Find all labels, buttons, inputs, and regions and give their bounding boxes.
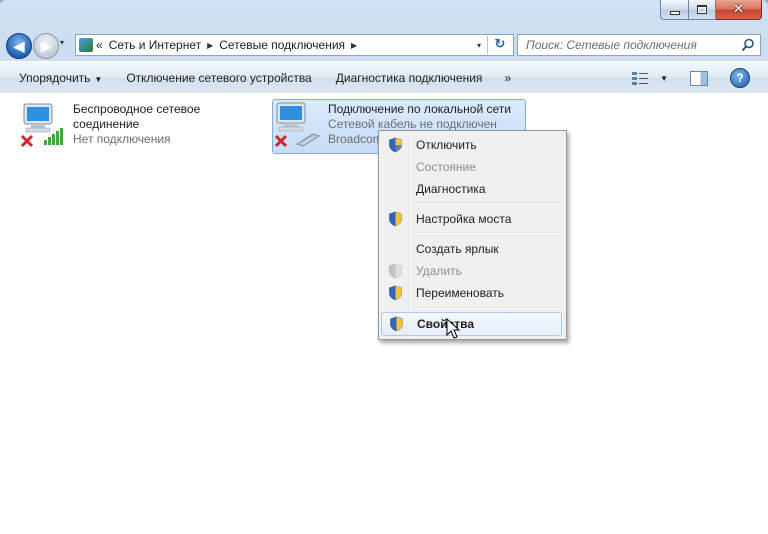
minimize-icon <box>669 11 680 15</box>
menu-item-label: Отключить <box>416 138 477 152</box>
more-commands-button[interactable]: » <box>494 71 521 85</box>
maximize-button[interactable] <box>689 0 716 20</box>
chevron-down-icon: ▼ <box>94 74 103 84</box>
command-bar: Упорядочить ▼ Отключение сетевого устройс… <box>0 61 768 94</box>
menu-item-delete[interactable]: Удалить <box>381 260 562 282</box>
menu-item-status[interactable]: Состояние <box>381 156 562 178</box>
wireless-network-icon <box>18 100 70 150</box>
menu-item-label: Переименовать <box>416 286 504 300</box>
preview-pane-icon[interactable] <box>690 70 708 86</box>
breadcrumb-separator-icon[interactable]: ▶ <box>207 41 213 50</box>
explorer-window: ✕ ◀ ▶ ▾ « Сеть и Интернет ▶ Сетевые подк… <box>0 0 768 534</box>
menu-item-rename[interactable]: Переименовать <box>381 282 562 304</box>
menu-separator <box>412 202 562 204</box>
refresh-button[interactable]: ↻ <box>487 34 512 54</box>
organize-menu[interactable]: Упорядочить ▼ <box>0 71 114 85</box>
diagnose-connection-button[interactable]: Диагностика подключения <box>324 71 495 85</box>
close-icon: ✕ <box>733 2 744 17</box>
search-box[interactable]: Поиск: Сетевые подключения <box>517 34 761 56</box>
recent-pages-dropdown[interactable]: ▾ <box>60 38 64 47</box>
lan-network-icon <box>273 100 325 150</box>
uac-shield-icon <box>389 316 404 335</box>
connection-name: Беспроводное сетевое <box>73 102 201 116</box>
breadcrumb-network-internet[interactable]: Сеть и Интернет <box>109 38 201 52</box>
menu-separator <box>412 307 562 309</box>
mouse-cursor-icon <box>446 317 462 343</box>
connection-item-wireless[interactable]: Беспроводное сетевое соединение Нет подк… <box>18 100 218 150</box>
menu-item-create-shortcut[interactable]: Создать ярлык <box>381 238 562 260</box>
back-arrow-icon: ◀ <box>13 37 25 54</box>
uac-shield-icon <box>388 211 403 230</box>
breadcrumb-network-connections[interactable]: Сетевые подключения <box>219 38 345 52</box>
close-button[interactable]: ✕ <box>716 0 762 20</box>
connection-name-line2: соединение <box>73 117 140 131</box>
help-icon[interactable]: ? <box>730 68 750 88</box>
refresh-icon: ↻ <box>494 36 506 51</box>
forward-arrow-icon: ▶ <box>40 37 52 54</box>
menu-item-disable[interactable]: Отключить <box>381 134 562 156</box>
menu-item-label: Создать ярлык <box>416 242 499 256</box>
breadcrumb-overflow[interactable]: « <box>96 38 103 52</box>
breadcrumb-separator-icon[interactable]: ▶ <box>351 41 357 50</box>
change-view-icon[interactable] <box>632 71 650 85</box>
uac-shield-icon <box>388 285 403 304</box>
network-folder-icon <box>79 38 93 52</box>
menu-item-properties[interactable]: Свойства <box>381 312 562 336</box>
uac-shield-icon <box>388 137 403 156</box>
forward-button[interactable]: ▶ <box>33 33 59 59</box>
menu-item-diagnostics[interactable]: Диагностика <box>381 178 562 200</box>
connection-status: Нет подключения <box>73 132 171 146</box>
address-bar[interactable]: « Сеть и Интернет ▶ Сетевые подключения … <box>75 34 514 56</box>
caption-buttons: ✕ <box>660 0 762 20</box>
search-input[interactable]: Поиск: Сетевые подключения <box>518 38 740 52</box>
search-icon[interactable] <box>740 37 756 53</box>
menu-item-label: Состояние <box>416 160 476 174</box>
menu-item-label: Настройка моста <box>416 212 512 226</box>
view-options-dropdown[interactable]: ▼ <box>660 74 668 83</box>
menu-item-label: Удалить <box>416 264 462 278</box>
minimize-button[interactable] <box>660 0 689 20</box>
organize-label: Упорядочить <box>19 70 91 85</box>
uac-shield-icon <box>388 263 403 282</box>
menu-separator <box>412 232 562 234</box>
disable-device-button[interactable]: Отключение сетевого устройства <box>114 71 323 85</box>
menu-item-label: Диагностика <box>416 182 486 196</box>
back-button[interactable]: ◀ <box>6 33 32 59</box>
connection-name: Подключение по локальной сети <box>328 102 511 116</box>
maximize-icon <box>697 5 707 14</box>
menu-item-bridge[interactable]: Настройка моста <box>381 208 562 230</box>
address-dropdown-icon[interactable]: ▾ <box>477 41 481 50</box>
view-controls: ▼ ? <box>632 68 750 88</box>
context-menu: Отключить Состояние Диагностика Настройк… <box>378 130 567 340</box>
